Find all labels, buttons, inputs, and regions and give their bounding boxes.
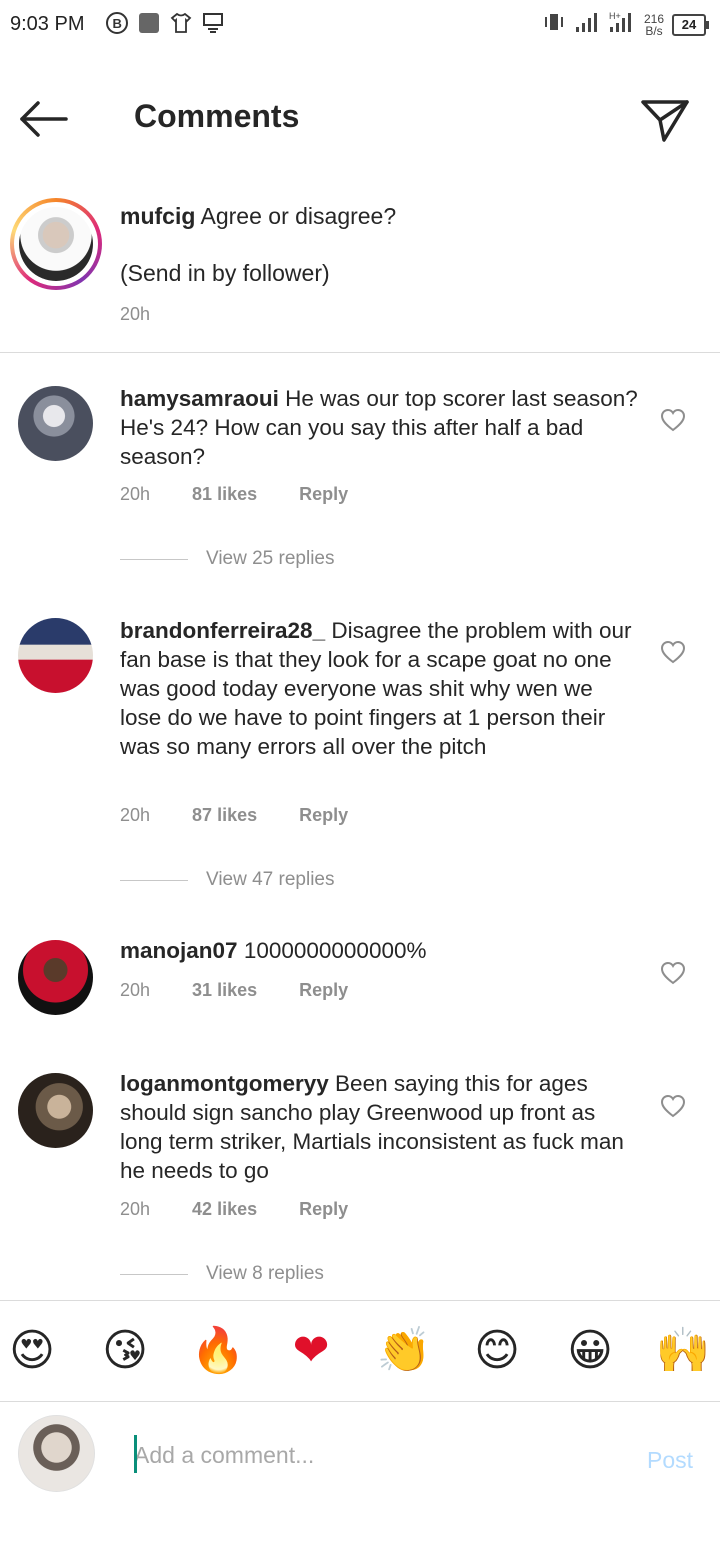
comment-meta: 20h 87 likes Reply: [120, 805, 390, 826]
signal-icon: [574, 11, 600, 38]
emoji-quick-bar: 😍 😘 🔥 ❤ 👏 😊 😀 🙌: [0, 1300, 720, 1402]
heart-icon[interactable]: [660, 961, 686, 985]
raised-hands-emoji[interactable]: 🙌: [655, 1323, 711, 1379]
view-replies-label: View 25 replies: [206, 548, 335, 569]
comment-text: brandonferreira28_ Disagree the problem …: [120, 616, 640, 761]
caption-username[interactable]: mufcig: [120, 203, 195, 229]
comment-username[interactable]: hamysamraoui: [120, 386, 279, 411]
comments-header: Comments: [0, 70, 720, 166]
reply-button[interactable]: Reply: [299, 980, 348, 1001]
comment-likes[interactable]: 81 likes: [192, 484, 257, 505]
clap-emoji[interactable]: 👏: [376, 1323, 432, 1379]
caption-time: 20h: [120, 304, 151, 324]
comment-meta: 20h 31 likes Reply: [120, 980, 390, 1001]
avatar[interactable]: [18, 1073, 93, 1148]
reply-button[interactable]: Reply: [299, 805, 348, 826]
caption-text: mufcig Agree or disagree?: [120, 202, 680, 231]
battery-level: 24: [681, 17, 697, 32]
paper-plane-icon: [641, 100, 689, 142]
caption-body: Agree or disagree?: [200, 203, 397, 229]
heart-icon[interactable]: [660, 408, 686, 432]
reply-button[interactable]: Reply: [299, 1199, 348, 1220]
signal-h-plus-icon: H+: [608, 10, 636, 39]
replies-line: [120, 558, 188, 560]
status-bar: 9:03 PM B H+ 216 B/s 24: [0, 0, 720, 52]
square-app-icon: [136, 10, 162, 36]
network-speed-unit: B/s: [645, 23, 663, 38]
comment-time: 20h: [120, 484, 151, 504]
comment-composer: Post: [0, 1401, 720, 1560]
comment-time: 20h: [120, 805, 151, 825]
shirt-icon: [168, 10, 194, 36]
heart-icon[interactable]: [660, 1094, 686, 1118]
view-replies-label: View 47 replies: [206, 869, 335, 890]
avatar[interactable]: [18, 386, 93, 461]
comment-meta: 20h 81 likes Reply: [120, 484, 390, 505]
status-right-icons: H+ 216 B/s 24: [542, 10, 709, 39]
b-circle-icon: B: [104, 10, 130, 36]
monitor-icon: [200, 10, 226, 36]
avatar[interactable]: [18, 618, 93, 693]
caption-avatar[interactable]: [10, 198, 102, 290]
comment-text: loganmontgomeryy Been saying this for ag…: [120, 1069, 640, 1185]
svg-text:B: B: [113, 16, 122, 31]
heart-eyes-emoji[interactable]: 😍: [4, 1323, 60, 1379]
comment-input[interactable]: [134, 1437, 604, 1473]
comment-likes[interactable]: 31 likes: [192, 980, 257, 1001]
status-left-icons: B: [104, 10, 226, 36]
svg-text:H+: H+: [609, 11, 621, 21]
fire-emoji[interactable]: 🔥: [190, 1323, 246, 1379]
back-button[interactable]: [16, 98, 70, 140]
status-time: 9:03 PM: [10, 13, 85, 35]
kiss-emoji[interactable]: 😘: [97, 1323, 153, 1379]
red-heart-emoji[interactable]: ❤: [283, 1323, 339, 1379]
my-avatar: [18, 1415, 95, 1492]
replies-line: [120, 1273, 188, 1275]
view-replies-label: View 8 replies: [206, 1263, 324, 1284]
reply-button[interactable]: Reply: [299, 484, 348, 505]
view-replies-button[interactable]: View 8 replies: [120, 1263, 324, 1285]
comment-meta: 20h 42 likes Reply: [120, 1199, 390, 1220]
heart-icon[interactable]: [660, 640, 686, 664]
comment-username[interactable]: brandonferreira28_: [120, 618, 325, 643]
post-caption: mufcig Agree or disagree? (Send in by fo…: [0, 196, 720, 352]
comment-text: manojan07 1000000000000%: [120, 936, 640, 965]
avatar[interactable]: [18, 940, 93, 1015]
comment-time: 20h: [120, 1199, 151, 1219]
view-replies-button[interactable]: View 47 replies: [120, 869, 335, 891]
share-button[interactable]: [638, 96, 692, 144]
network-speed: 216 B/s: [644, 13, 664, 37]
caption-body-line2: (Send in by follower): [120, 260, 330, 286]
avatar-image: [19, 207, 93, 281]
comment-body: 1000000000000%: [243, 938, 427, 963]
comment-time: 20h: [120, 980, 151, 1000]
divider: [0, 352, 720, 353]
grin-emoji[interactable]: 😀: [562, 1323, 618, 1379]
comment-likes[interactable]: 42 likes: [192, 1199, 257, 1220]
avatar-ring-inner: [14, 202, 98, 286]
view-replies-button[interactable]: View 25 replies: [120, 548, 335, 570]
battery-icon: 24: [672, 13, 709, 36]
comment-username[interactable]: loganmontgomeryy: [120, 1071, 329, 1096]
comment-username[interactable]: manojan07: [120, 938, 238, 963]
network-speed-value: 216: [643, 11, 664, 26]
vibrate-icon: [542, 11, 566, 38]
page-title: Comments: [134, 98, 300, 134]
post-button[interactable]: Post: [647, 1447, 693, 1474]
comment-likes[interactable]: 87 likes: [192, 805, 257, 826]
replies-line: [120, 879, 188, 881]
arrow-left-icon: [20, 101, 68, 137]
comment-text: hamysamraoui He was our top scorer last …: [120, 384, 640, 471]
smile-emoji[interactable]: 😊: [469, 1323, 525, 1379]
text-caret: [134, 1435, 137, 1473]
